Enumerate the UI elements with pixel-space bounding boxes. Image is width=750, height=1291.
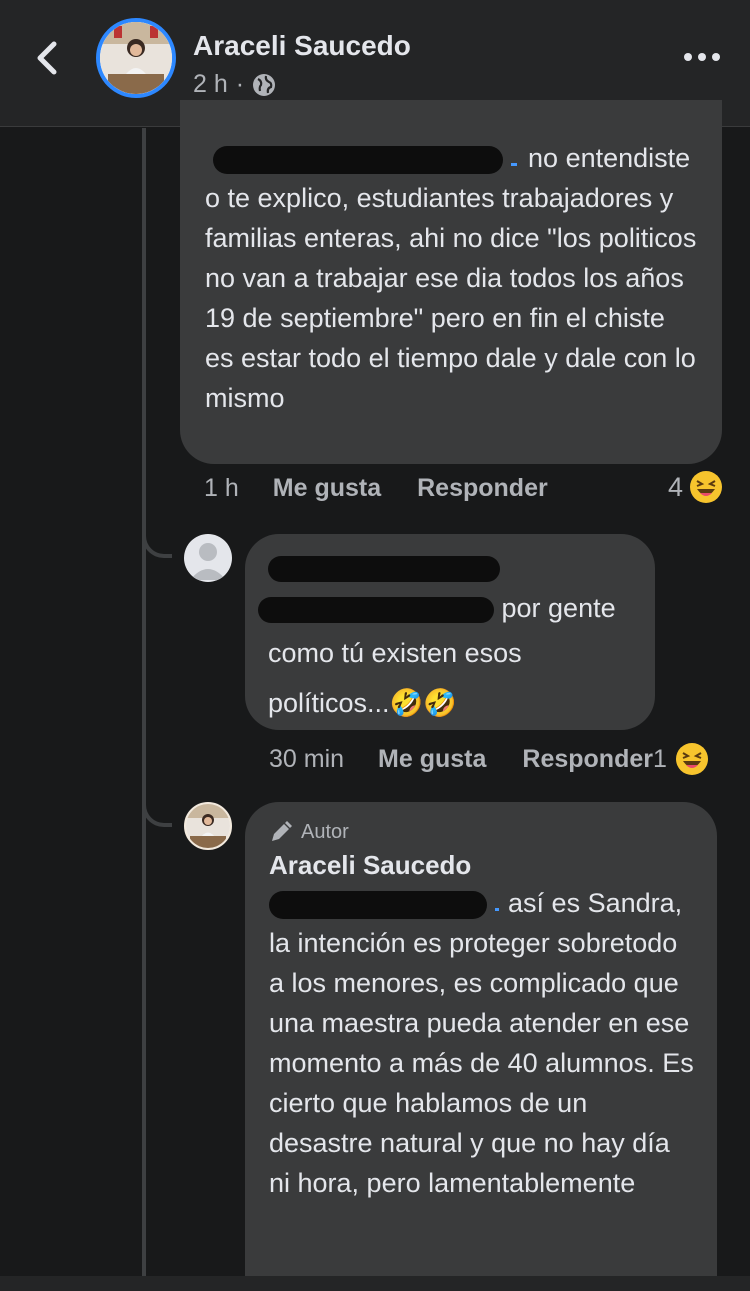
comment-time[interactable]: 30 min (269, 745, 344, 774)
thread-line (142, 128, 146, 1276)
post-meta: 2 h · (193, 70, 276, 99)
comment-text: no entendiste o te explico, estudiantes … (205, 143, 697, 413)
like-button[interactable]: Me gusta (273, 474, 381, 503)
comment-time[interactable]: 1 h (204, 474, 239, 503)
pen-icon (272, 821, 292, 841)
reply-button[interactable]: Responder (417, 474, 548, 503)
reply-connector (142, 770, 172, 827)
reaction-count[interactable]: 1 (653, 745, 667, 774)
profile-avatar[interactable] (96, 18, 176, 98)
redacted-mention (258, 596, 494, 623)
author-badge-label: Autor (301, 820, 349, 843)
reaction-count: 4 (668, 471, 684, 502)
haha-reaction-icon (675, 743, 708, 775)
redacted-mention (269, 890, 487, 919)
comment-text: por gente como tú existen esos políticos… (258, 588, 633, 728)
user-silhouette-icon (190, 543, 226, 580)
comment-actions: 30 min Me gusta Responder 1 (269, 742, 709, 776)
comment-text: así es Sandra, la intención es proteger … (269, 888, 694, 1198)
comment-bubble: Autor Araceli Saucedo así es Sandra, la … (245, 802, 717, 1282)
profile-name[interactable]: Araceli Saucedo (193, 30, 411, 62)
author-badge: Autor (269, 820, 695, 844)
mention-fragment[interactable] (510, 153, 517, 167)
reaction-summary[interactable]: 4 (668, 470, 723, 504)
haha-reaction-icon (690, 471, 723, 503)
comment-bubble: no entendiste o te explico, estudiantes … (180, 100, 722, 464)
chevron-left-icon (37, 41, 57, 75)
post-time[interactable]: 2 h (193, 70, 228, 99)
globe-icon (253, 73, 276, 96)
back-button[interactable] (28, 38, 68, 78)
comment-actions: 1 h Me gusta Responder (204, 474, 548, 503)
bottom-bar (0, 1276, 750, 1291)
redacted-mention (213, 145, 503, 174)
more-dots-icon (684, 53, 720, 61)
mention-fragment[interactable] (494, 898, 499, 912)
comment-author[interactable]: Araceli Saucedo (269, 850, 695, 881)
comment-bubble: por gente como tú existen esos políticos… (245, 534, 655, 730)
reply-button[interactable]: Responder (522, 745, 653, 774)
more-options-button[interactable] (682, 42, 722, 72)
separator: · (235, 70, 245, 98)
redacted-name (268, 556, 500, 582)
like-button[interactable]: Me gusta (378, 745, 486, 774)
default-avatar[interactable] (184, 534, 232, 582)
reply-connector (142, 500, 172, 558)
author-avatar[interactable] (184, 802, 232, 850)
